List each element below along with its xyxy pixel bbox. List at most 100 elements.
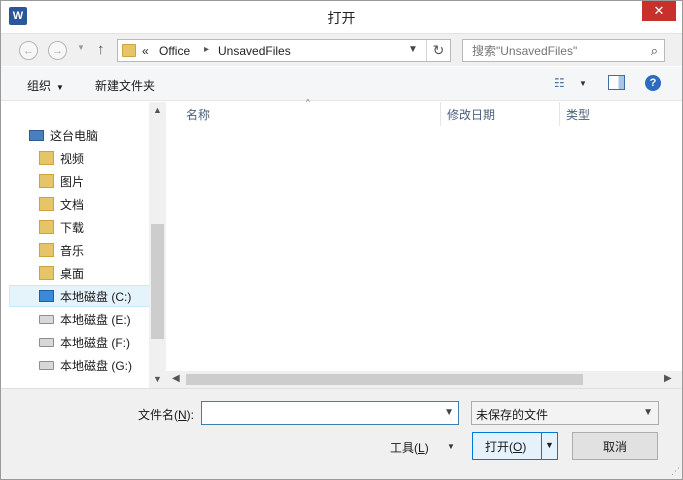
sidebar-item-label: 本地磁盘 (E:) <box>60 312 131 327</box>
scrollbar-thumb[interactable] <box>186 374 583 385</box>
scroll-up-icon[interactable]: ▲ <box>153 105 162 115</box>
tools-dropdown[interactable]: ▼ <box>447 442 455 451</box>
search-box[interactable]: ⌕ <box>462 39 665 62</box>
sidebar-item-label: 本地磁盘 (F:) <box>60 335 130 350</box>
sidebar-item-pictures[interactable]: 图片 <box>1 170 149 192</box>
column-header-date-modified[interactable]: 修改日期 <box>441 102 559 126</box>
address-bar[interactable]: « Office ▸ UnsavedFiles ▼ ↻ <box>117 39 451 62</box>
back-arrow-icon: ← <box>23 44 34 57</box>
scroll-right-icon[interactable]: ▶ <box>664 373 672 384</box>
scrollbar-thumb[interactable] <box>151 224 164 339</box>
scroll-down-icon[interactable]: ▼ <box>153 374 162 384</box>
breadcrumb-office[interactable]: Office <box>159 44 190 58</box>
recent-locations-dropdown[interactable]: ▼ <box>77 43 85 52</box>
command-bar: 组织 ▼ 新建文件夹 ☷ ▼ ? <box>1 67 682 101</box>
close-icon: ✕ <box>653 3 665 18</box>
computer-icon <box>29 129 44 141</box>
desktop-folder-icon <box>39 266 54 280</box>
close-button[interactable]: ✕ <box>642 1 676 21</box>
sidebar-item-desktop[interactable]: 桌面 <box>1 262 149 284</box>
sidebar-item-drive-f[interactable]: 本地磁盘 (F:) <box>1 331 149 353</box>
filename-combobox[interactable]: ▼ <box>201 401 459 425</box>
navigation-pane-scrollbar[interactable]: ▲ ▼ <box>149 102 166 388</box>
sidebar-item-label: 本地磁盘 (G:) <box>60 358 132 373</box>
help-icon: ? <box>649 77 657 89</box>
column-header-name[interactable]: 名称 <box>180 102 440 126</box>
filename-input[interactable] <box>202 402 432 424</box>
new-folder-button[interactable]: 新建文件夹 <box>95 77 155 94</box>
address-history-dropdown[interactable]: ▼ <box>408 44 418 55</box>
search-input[interactable] <box>463 40 643 61</box>
back-button[interactable]: ← <box>19 41 38 60</box>
filename-label-text: 文件名( <box>138 408 178 422</box>
chevron-down-icon: ▼ <box>643 407 653 418</box>
file-type-value: 未保存的文件 <box>476 408 549 422</box>
scroll-left-icon[interactable]: ◀ <box>172 373 180 384</box>
drive-icon <box>39 314 54 324</box>
sidebar-item-music[interactable]: 音乐 <box>1 239 149 261</box>
sidebar-item-label: 下载 <box>60 220 85 235</box>
caret-down-icon: ▼ <box>545 440 554 450</box>
sidebar-item-drive-e[interactable]: 本地磁盘 (E:) <box>1 308 149 330</box>
tools-accelerator-key: L <box>418 441 425 455</box>
title-bar: W 打开 ✕ <box>1 1 682 32</box>
tools-label-end: ) <box>424 441 429 455</box>
refresh-icon: ↻ <box>432 42 445 58</box>
organize-button[interactable]: 组织 ▼ <box>27 77 64 94</box>
downloads-folder-icon <box>39 220 54 234</box>
open-file-dialog: W 打开 ✕ ← → ▼ ↑ « Office ▸ UnsavedFiles ▼… <box>0 0 683 480</box>
tools-label: 工具( <box>390 441 418 455</box>
sidebar-item-drive-c[interactable]: 本地磁盘 (C:) <box>9 285 155 307</box>
breadcrumb-unsavedfiles[interactable]: UnsavedFiles <box>218 44 291 58</box>
sidebar-item-label: 桌面 <box>60 266 85 281</box>
split-divider <box>541 433 542 459</box>
forward-button[interactable]: → <box>48 41 67 60</box>
cancel-button[interactable]: 取消 <box>572 432 658 460</box>
caret-down-icon: ▼ <box>56 83 64 92</box>
sidebar-item-drive-g[interactable]: 本地磁盘 (G:) <box>1 354 149 376</box>
filename-label: 文件名(N): <box>138 406 194 423</box>
sidebar-item-label: 这台电脑 <box>50 128 99 143</box>
preview-pane-icon[interactable] <box>608 75 625 90</box>
change-view-button[interactable]: ☷ <box>554 76 565 90</box>
tools-button[interactable]: 工具(L) <box>390 439 429 456</box>
open-label: 打开(O) <box>485 438 526 455</box>
open-label-end: ) <box>522 439 527 454</box>
open-button[interactable]: 打开(O) ▼ <box>472 432 558 460</box>
organize-label: 组织 <box>27 79 52 93</box>
drive-icon <box>39 360 54 370</box>
address-overflow[interactable]: « <box>142 44 149 58</box>
chevron-down-icon: ▼ <box>77 43 85 52</box>
filename-label-end: ): <box>186 408 195 422</box>
up-button[interactable]: ↑ <box>97 41 105 58</box>
resize-grip-icon[interactable]: ⋰ <box>671 466 680 477</box>
help-button[interactable]: ? <box>645 75 661 91</box>
address-row: ← → ▼ ↑ « Office ▸ UnsavedFiles ▼ ↻ ⌕ <box>1 33 682 66</box>
breadcrumb-separator-icon[interactable]: ▸ <box>204 44 209 55</box>
filename-dropdown[interactable]: ▼ <box>444 407 454 418</box>
up-arrow-icon: ↑ <box>97 41 105 58</box>
sidebar-item-videos[interactable]: 视频 <box>1 147 149 169</box>
sidebar-item-downloads[interactable]: 下载 <box>1 216 149 238</box>
open-accelerator-key: O <box>513 439 523 454</box>
navigation-pane: 这台电脑 视频 图片 文档 下载 音乐 桌面 本地磁盘 (C:) 本地磁盘 (E… <box>1 102 155 388</box>
dialog-footer: 文件名(N): ▼ 未保存的文件 ▼ 工具(L) ▼ 打开(O) ▼ 取消 ⋰ <box>1 388 682 479</box>
sidebar-item-documents[interactable]: 文档 <box>1 193 149 215</box>
refresh-button[interactable]: ↻ <box>426 40 450 61</box>
file-type-select[interactable]: 未保存的文件 ▼ <box>471 401 659 425</box>
file-list-horizontal-scrollbar[interactable]: ◀ ▶ <box>166 371 682 388</box>
pictures-folder-icon <box>39 174 54 188</box>
window-title: 打开 <box>327 10 356 26</box>
open-options-dropdown[interactable]: ▼ <box>545 440 554 450</box>
view-options-dropdown[interactable]: ▼ <box>579 79 587 88</box>
open-label-text: 打开( <box>485 439 513 454</box>
search-icon[interactable]: ⌕ <box>651 43 658 59</box>
view-list-icon: ☷ <box>554 76 565 90</box>
documents-folder-icon <box>39 197 54 211</box>
folder-icon <box>122 44 136 57</box>
filename-accelerator-key: N <box>178 408 187 422</box>
column-header-type[interactable]: 类型 <box>560 102 680 126</box>
videos-folder-icon <box>39 151 54 165</box>
chevron-down-icon: ▼ <box>444 407 454 418</box>
sidebar-item-this-pc[interactable]: 这台电脑 <box>1 124 149 146</box>
